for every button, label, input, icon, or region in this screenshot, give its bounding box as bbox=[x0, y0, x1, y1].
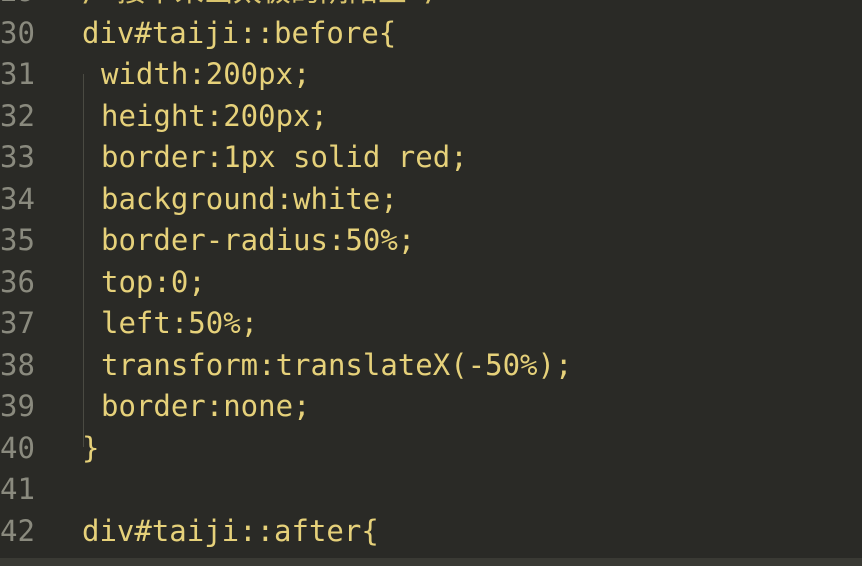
line-number: 39 bbox=[0, 389, 35, 423]
line-number: 42 bbox=[0, 513, 35, 548]
code-declaration: transform:translateX(-50%); bbox=[101, 347, 573, 382]
line-number: 31 bbox=[0, 57, 35, 91]
code-line-35[interactable]: 35 border-radius:50%; bbox=[0, 220, 862, 262]
code-declaration: border:1px solid red; bbox=[101, 140, 468, 174]
code-line-30[interactable]: 30 div#taiji::before{ bbox=[0, 13, 862, 55]
code-declaration: border:none; bbox=[101, 389, 311, 423]
code-selector: div#taiji::after{ bbox=[82, 513, 379, 548]
code-line-34[interactable]: 34 background:white; bbox=[0, 179, 862, 221]
code-line-38[interactable]: 38 transform:translateX(-50%); bbox=[0, 345, 862, 387]
code-comment: /*接下来画太极的阴阳鱼*/ bbox=[82, 0, 442, 13]
code-line-39[interactable]: 39 border:none; bbox=[0, 386, 862, 428]
code-line-42[interactable]: 42 div#taiji::after{ bbox=[0, 511, 862, 553]
code-editor[interactable]: 29 /*接下来画太极的阴阳鱼*/ 30 div#taiji::before{ … bbox=[0, 0, 862, 566]
code-lines: 29 /*接下来画太极的阴阳鱼*/ 30 div#taiji::before{ … bbox=[0, 0, 862, 552]
code-declaration: left:50%; bbox=[101, 306, 259, 340]
code-selector: div#taiji::before{ bbox=[82, 15, 397, 50]
line-number: 36 bbox=[0, 264, 35, 299]
line-number: 40 bbox=[0, 430, 35, 465]
code-line-31[interactable]: 31 width:200px; bbox=[0, 54, 862, 96]
horizontal-scrollbar[interactable] bbox=[0, 558, 862, 566]
line-number: 38 bbox=[0, 347, 35, 382]
code-line-29[interactable]: 29 /*接下来画太极的阴阳鱼*/ bbox=[0, 0, 862, 13]
code-line-40[interactable]: 40 } bbox=[0, 428, 862, 470]
line-number: 33 bbox=[0, 140, 35, 174]
code-line-36[interactable]: 36 top:0; bbox=[0, 262, 862, 304]
code-declaration: height:200px; bbox=[101, 98, 328, 133]
line-number: 41 bbox=[0, 472, 35, 506]
code-line-41[interactable]: 41 bbox=[0, 469, 862, 511]
line-number: 30 bbox=[0, 15, 35, 50]
code-declaration: width:200px; bbox=[101, 57, 311, 91]
code-line-37[interactable]: 37 left:50%; bbox=[0, 303, 862, 345]
line-number: 35 bbox=[0, 223, 35, 257]
code-line-33[interactable]: 33 border:1px solid red; bbox=[0, 137, 862, 179]
line-number: 34 bbox=[0, 181, 35, 216]
code-closing-brace: } bbox=[82, 430, 100, 465]
line-number: 29 bbox=[0, 0, 60, 13]
line-number: 37 bbox=[0, 306, 35, 340]
code-declaration: top:0; bbox=[101, 264, 206, 299]
code-declaration: background:white; bbox=[101, 181, 398, 216]
code-line-32[interactable]: 32 height:200px; bbox=[0, 96, 862, 138]
line-number: 32 bbox=[0, 98, 35, 133]
code-declaration: border-radius:50%; bbox=[101, 223, 416, 257]
